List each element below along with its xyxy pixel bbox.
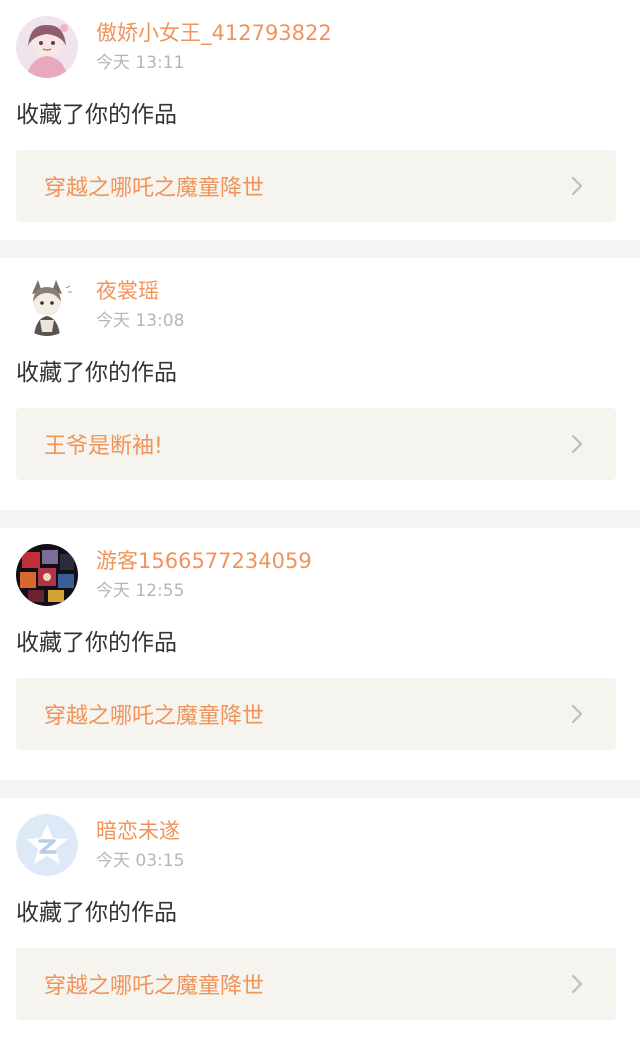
work-title: 穿越之哪吒之魔童降世 (44, 974, 265, 999)
chevron-right-icon (571, 974, 583, 994)
dark-collage-avatar-icon[interactable] (16, 544, 78, 606)
action-text: 收藏了你的作品 (16, 900, 177, 926)
chibi-character-avatar-icon[interactable] (16, 274, 78, 336)
notification-feed: 傲娇小女王_412793822 今天 13:11 收藏了你的作品 穿越之哪吒之魔… (0, 0, 640, 1038)
action-text: 收藏了你的作品 (16, 630, 177, 656)
work-link[interactable]: 穿越之哪吒之魔童降世 (16, 948, 616, 1020)
work-title: 穿越之哪吒之魔童降世 (44, 704, 265, 729)
qzone-star-avatar-icon[interactable] (16, 814, 78, 876)
work-title: 穿越之哪吒之魔童降世 (44, 176, 265, 201)
user-name[interactable]: 傲娇小女王_412793822 (96, 19, 332, 47)
notification-card: 傲娇小女王_412793822 今天 13:11 收藏了你的作品 穿越之哪吒之魔… (0, 0, 640, 240)
chevron-right-icon (571, 434, 583, 454)
card-header: 夜裳瑶 今天 13:08 (16, 274, 184, 336)
timestamp: 今天 12:55 (96, 581, 185, 601)
timestamp: 今天 13:08 (96, 311, 185, 331)
work-link[interactable]: 穿越之哪吒之魔童降世 (16, 678, 616, 750)
user-name[interactable]: 游客1566577234059 (96, 547, 312, 575)
user-name[interactable]: 暗恋未遂 (96, 817, 184, 845)
card-header: 暗恋未遂 今天 03:15 (16, 814, 184, 876)
timestamp: 今天 03:15 (96, 851, 185, 871)
work-title: 王爷是断袖! (44, 434, 163, 459)
card-header: 傲娇小女王_412793822 今天 13:11 (16, 16, 332, 78)
user-name[interactable]: 夜裳瑶 (96, 277, 184, 305)
notification-card: 游客1566577234059 今天 12:55 收藏了你的作品 穿越之哪吒之魔… (0, 528, 640, 780)
action-text: 收藏了你的作品 (16, 102, 177, 128)
work-link[interactable]: 穿越之哪吒之魔童降世 (16, 150, 616, 222)
chevron-right-icon (571, 704, 583, 724)
work-link[interactable]: 王爷是断袖! (16, 408, 616, 480)
action-text: 收藏了你的作品 (16, 360, 177, 386)
chevron-right-icon (571, 176, 583, 196)
card-header: 游客1566577234059 今天 12:55 (16, 544, 312, 606)
timestamp: 今天 13:11 (96, 53, 185, 73)
notification-card: 夜裳瑶 今天 13:08 收藏了你的作品 王爷是断袖! (0, 258, 640, 510)
notification-card: 暗恋未遂 今天 03:15 收藏了你的作品 穿越之哪吒之魔童降世 (0, 798, 640, 1038)
anime-girl-avatar-icon[interactable] (16, 16, 78, 78)
